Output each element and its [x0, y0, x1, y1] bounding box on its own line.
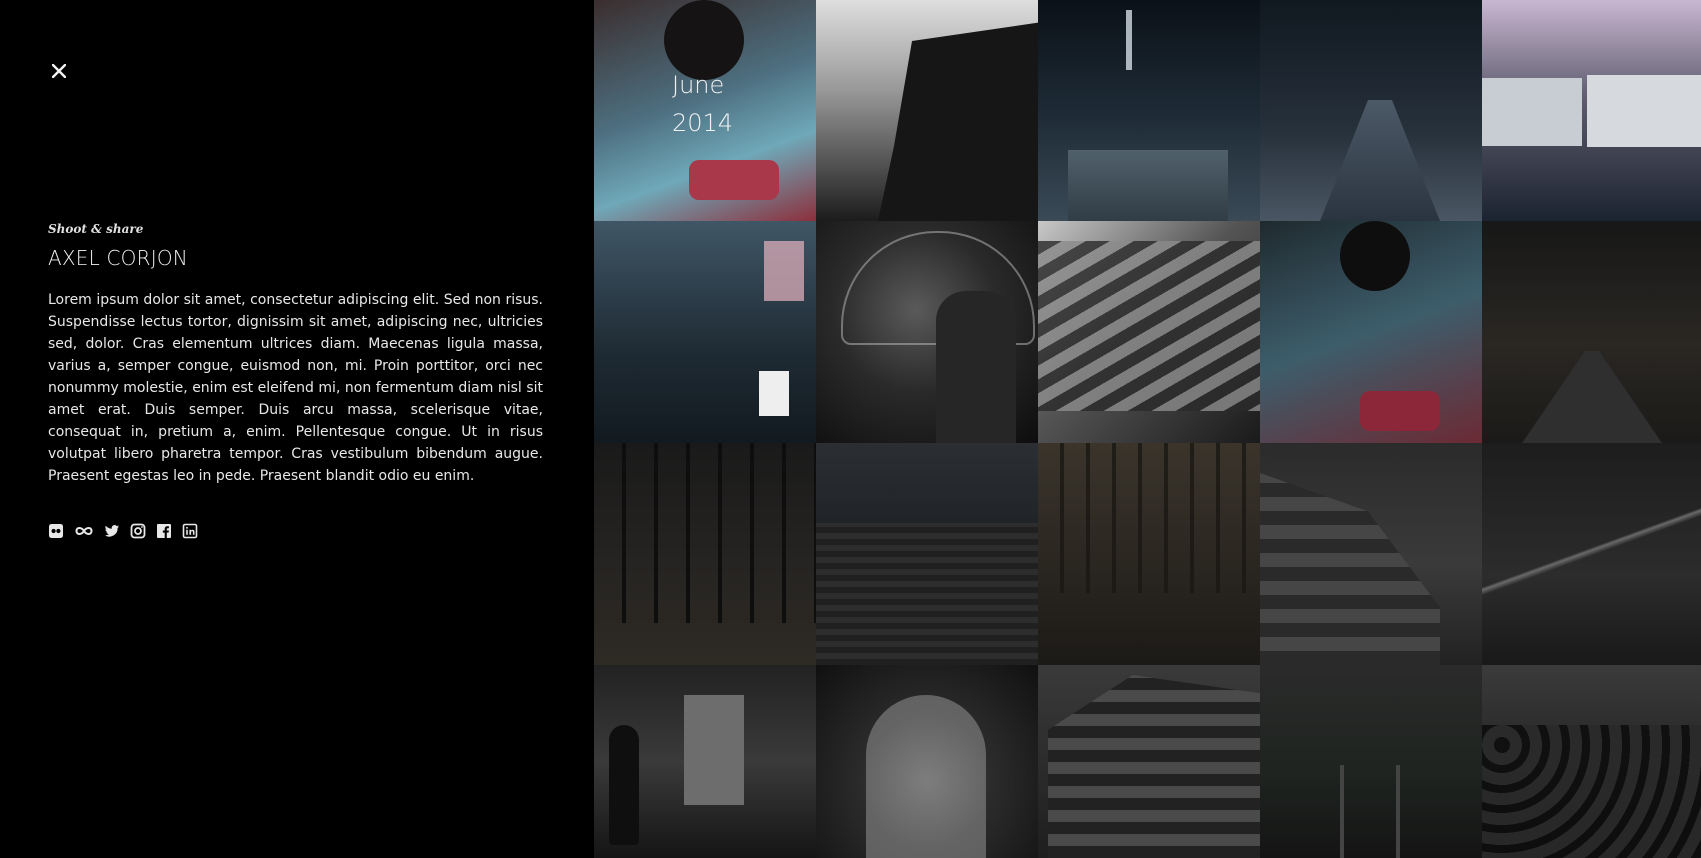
gallery-photo-crowd[interactable]	[1482, 665, 1701, 858]
gallery-photo-swamp-forest[interactable]	[1038, 443, 1260, 665]
info-panel: Shoot & share AXEL CORJON Lorem ipsum do…	[0, 0, 594, 858]
flickr-icon	[49, 524, 63, 538]
gallery-photo-suspension-bridge[interactable]	[1482, 443, 1701, 665]
gallery-photo-archway[interactable]	[816, 665, 1038, 858]
facebook-link[interactable]	[156, 523, 172, 539]
flickr-link[interactable]	[48, 523, 64, 539]
instagram-icon	[130, 523, 146, 539]
infinity-icon	[75, 527, 93, 535]
gallery-photo-kimono-2[interactable]	[1260, 221, 1482, 443]
linkedin-link[interactable]	[182, 523, 198, 539]
photo-gallery	[594, 0, 1701, 858]
social-links	[48, 523, 198, 539]
gallery-photo-bus-station[interactable]	[1482, 0, 1701, 221]
gallery-photo-bare-forest[interactable]	[594, 443, 816, 665]
gallery-photo-temple-roof[interactable]	[1038, 221, 1260, 443]
kicker-text: Shoot & share	[48, 222, 144, 236]
close-icon	[52, 64, 66, 78]
infinity-link[interactable]	[74, 523, 94, 539]
description: Lorem ipsum dolor sit amet, consectetur …	[48, 292, 543, 484]
gallery-photo-forest-road[interactable]	[1482, 221, 1701, 443]
gallery-photo-umbrella-man[interactable]	[816, 221, 1038, 443]
instagram-link[interactable]	[130, 523, 146, 539]
facebook-icon	[157, 524, 171, 538]
twitter-link[interactable]	[104, 523, 120, 539]
gallery-photo-railway[interactable]	[1260, 665, 1482, 858]
gallery-photo-night-street[interactable]	[1038, 0, 1260, 221]
date-overlay: June 2014	[672, 66, 733, 142]
gallery-photo-city-aerial[interactable]	[816, 443, 1038, 665]
gallery-photo-pagoda[interactable]	[816, 0, 1038, 221]
date-month: June	[672, 71, 725, 99]
date-year: 2014	[672, 109, 734, 137]
close-button[interactable]	[48, 60, 70, 82]
gallery-photo-paris-building[interactable]	[1260, 443, 1482, 665]
gallery-photo-alley-stairs[interactable]	[594, 221, 816, 443]
twitter-icon	[104, 525, 119, 537]
gallery-photo-tunnel-stairs[interactable]	[594, 665, 816, 858]
gallery-photo-night-street-2[interactable]	[1260, 0, 1482, 221]
photographer-name: AXEL CORJON	[48, 246, 188, 270]
gallery-photo-corner-building[interactable]	[1038, 665, 1260, 858]
linkedin-icon	[182, 523, 198, 539]
